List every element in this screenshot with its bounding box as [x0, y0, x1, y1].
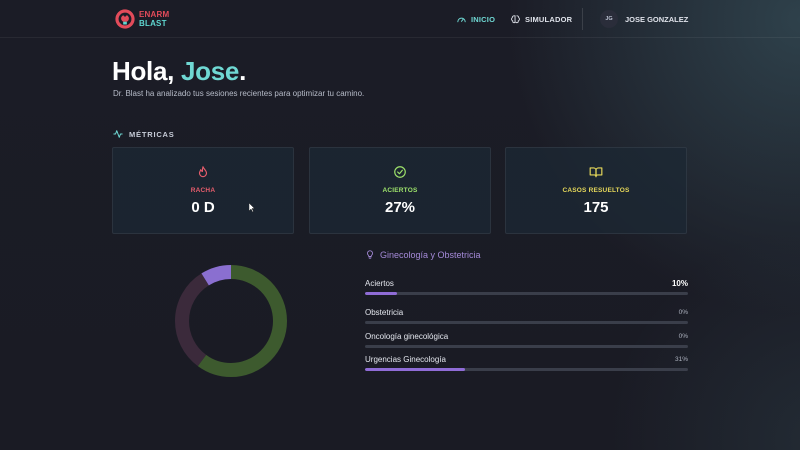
metrics-label: MÉTRICAS [129, 129, 175, 139]
nav-divider [582, 8, 583, 30]
user-name: JOSE GONZALEZ [625, 14, 689, 24]
row-label: Oncología ginecológica [365, 331, 449, 341]
flame-icon [198, 166, 208, 178]
progress-row-oncologia: Oncología ginecológica 0% [365, 331, 688, 348]
row-value: 0% [678, 308, 688, 316]
row-value: 10% [671, 278, 688, 288]
user-menu[interactable]: JG JOSE GONZALEZ [600, 10, 688, 28]
row-value: 31% [674, 355, 688, 363]
progress-track [365, 368, 688, 371]
avatar: JG [600, 10, 618, 28]
progress-track [365, 292, 688, 295]
progress-fill [365, 368, 466, 371]
gauge-icon [457, 17, 466, 22]
topic-donut-chart [175, 265, 287, 377]
brain-logo-icon [115, 9, 135, 29]
activity-icon [113, 130, 123, 138]
metric-value: 0 D [191, 199, 215, 216]
progress-track [365, 345, 688, 348]
mouse-cursor-icon [248, 199, 256, 213]
metric-value: 175 [583, 199, 609, 216]
metric-label: RACHA [190, 187, 216, 194]
metric-card-racha: RACHA 0 D [112, 147, 294, 234]
nav-item-simulador[interactable]: SIMULADOR [510, 12, 572, 26]
progress-row-urgencias: Urgencias Ginecología 31% [365, 354, 688, 371]
row-label: Aciertos [365, 278, 394, 288]
topic-title: Ginecología y Obstetricia [380, 249, 481, 260]
metric-card-aciertos: ACIERTOS 27% [309, 147, 491, 234]
progress-track [365, 321, 688, 324]
row-label: Obstetricia [365, 307, 404, 317]
page-title: Hola, Jose. [112, 56, 246, 87]
metric-label: CASOS RESUELTOS [562, 187, 630, 194]
logo-text-line1: ENARM [139, 10, 170, 19]
nav-item-inicio[interactable]: INICIO [456, 12, 495, 26]
greeting-hello: Hola, [112, 56, 175, 86]
page-subtitle: Dr. Blast ha analizado tus sesiones reci… [113, 89, 365, 98]
metric-label: ACIERTOS [382, 187, 418, 194]
metric-value: 27% [384, 199, 416, 216]
greeting-punct: . [239, 56, 247, 86]
brain-icon [511, 14, 520, 23]
progress-fill [365, 292, 398, 295]
topic-selector[interactable]: Ginecología y Obstetricia [365, 249, 481, 260]
row-label: Urgencias Ginecología [365, 354, 446, 364]
progress-row-obstetricia: Obstetricia 0% [365, 307, 688, 324]
logo-text-line2: BLAST [139, 19, 167, 28]
book-open-icon [589, 167, 603, 178]
metrics-section-label: MÉTRICAS [113, 129, 175, 139]
nav-item-label: SIMULADOR [525, 14, 573, 24]
nav-item-label: INICIO [471, 14, 496, 24]
metric-card-casos-resueltos: CASOS RESUELTOS 175 [505, 147, 687, 234]
progress-row-aciertos: Aciertos 10% [365, 278, 688, 295]
lightbulb-icon [367, 250, 373, 259]
enarm-blast-logo[interactable]: ENARM BLAST [114, 7, 174, 31]
top-nav-bar: ENARM BLAST INICIO SIMULADOR JG JOSE GON… [0, 0, 800, 38]
greeting-user-name: Jose [181, 56, 240, 86]
check-circle-icon [394, 166, 406, 178]
row-value: 0% [678, 332, 688, 340]
